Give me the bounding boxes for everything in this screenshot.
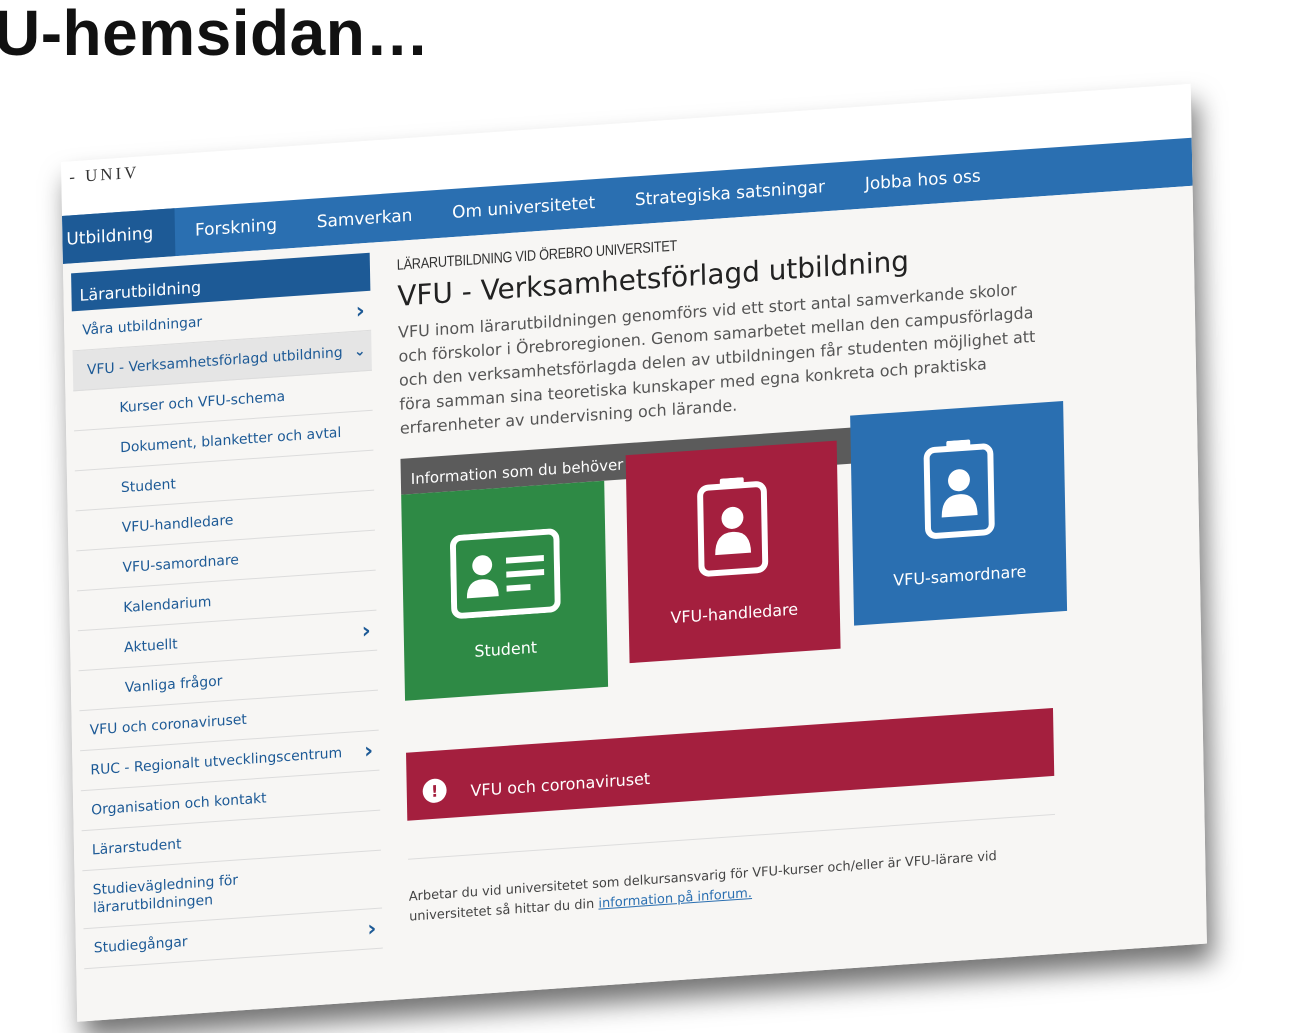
sidebar-item-label: RUC - Regionalt utvecklingscentrum — [90, 744, 343, 779]
sidebar-item-label: VFU och coronaviruset — [89, 711, 247, 739]
tile-vfu-handledare-label: VFU-handledare — [670, 599, 799, 628]
main-content: LÄRARUTBILDNING VID ÖREBRO UNIVERSITET V… — [397, 201, 1127, 940]
sidebar-item-label: VFU-samordnare — [122, 551, 240, 576]
tile-vfu-handledare[interactable]: VFU-handledare — [625, 440, 841, 664]
sidebar-item-label: VFU-handledare — [121, 511, 234, 536]
sidebar-item-label: Lärarstudent — [91, 835, 182, 859]
id-card-icon — [449, 528, 561, 619]
chevron-right-icon[interactable]: › — [362, 618, 372, 644]
corona-alert-banner[interactable]: ! VFU och coronaviruset — [406, 707, 1055, 821]
tile-vfu-samordnare-label: VFU-samordnare — [893, 561, 1027, 590]
sidebar: Lärarutbildning Våra utbildningar › VFU - … — [71, 252, 383, 970]
corona-alert-label: VFU och coronaviruset — [470, 768, 651, 801]
sidebar-item-label: Studievägledning för lärarutbildningen — [92, 871, 239, 917]
chevron-down-icon[interactable]: ⌄ — [354, 343, 366, 360]
exclamation-icon: ! — [422, 777, 447, 804]
tile-student-label: Student — [474, 637, 538, 661]
sidebar-item-label: Vanliga frågor — [124, 672, 223, 696]
nav-utbildning[interactable]: Utbildning — [62, 208, 176, 264]
badge-icon — [923, 439, 995, 539]
chevron-right-icon[interactable]: › — [367, 916, 377, 942]
chevron-right-icon[interactable]: › — [364, 738, 374, 764]
sidebar-item-label: Organisation och kontakt — [91, 789, 267, 819]
tile-grid: Student VFU-handledare VFU-samordnare — [401, 400, 1082, 725]
sidebar-item-label: VFU - Verksamhetsförlagd utbildning — [86, 344, 343, 378]
sidebar-item-label: Aktuellt — [123, 635, 178, 656]
sidebar-item-label: Kalendarium — [123, 593, 212, 616]
sidebar-item-label: Studiegångar — [93, 933, 188, 957]
tile-vfu-samordnare[interactable]: VFU-samordnare — [850, 400, 1068, 626]
badge-icon — [697, 477, 769, 577]
website-screenshot: - UNIV Utbildning Forskning Samverkan Om… — [61, 83, 1207, 1022]
sidebar-item-label: Kurser och VFU-schema — [119, 388, 286, 416]
sidebar-item-label: Dokument, blanketter och avtal — [120, 424, 342, 456]
tile-student[interactable]: Student — [401, 480, 609, 701]
sidebar-item-label: Våra utbildningar — [81, 313, 203, 339]
sidebar-item-label: Student — [120, 475, 176, 496]
chevron-right-icon[interactable]: › — [356, 298, 366, 324]
university-logo[interactable]: - UNIV — [69, 163, 139, 188]
sidebar-list: Våra utbildningar › VFU - Verksamhetsförla… — [71, 290, 383, 970]
slide-title: U-hemsidan… — [0, 0, 430, 69]
